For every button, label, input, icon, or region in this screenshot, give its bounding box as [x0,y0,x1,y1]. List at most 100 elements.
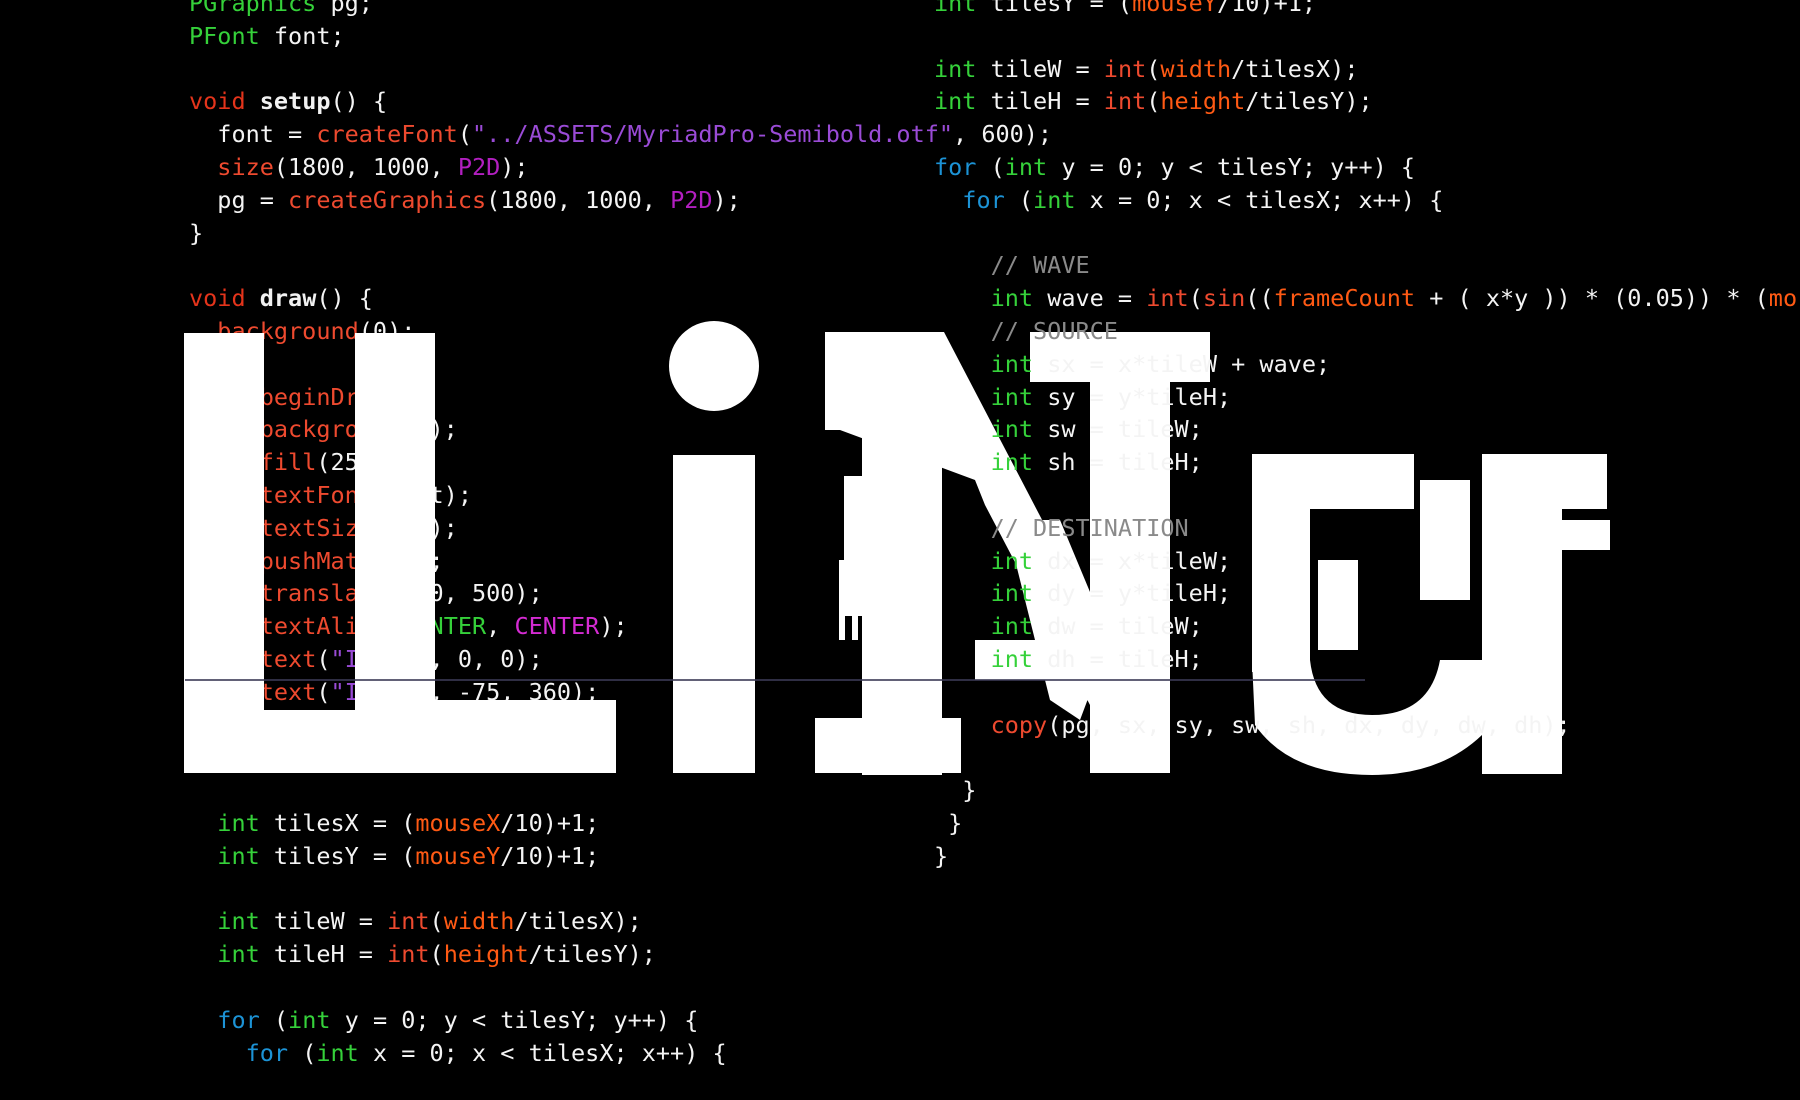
code-token: } [934,776,977,805]
code-line: int tileH = int(height/tilesY); [934,85,1797,118]
code-token: int [990,349,1034,378]
code-panel-right: int tilesY = (mouseY/10)+1; int tileW = … [934,0,1797,873]
code-token: dx = x*tileW; [1033,546,1232,575]
code-line: int sw = tileW; [934,413,1797,446]
code-line: for (int y = 0; y < tilesY; y++) { [934,151,1797,184]
code-line: } [934,807,1797,840]
code-line: for (int x = 0; x < tilesX; x++) { [934,184,1797,217]
code-token: (pg, sx, sy, sw, sh, dx, dy, dw, dh); [1047,710,1571,739]
code-token: dy = y*tileH; [1033,579,1232,608]
code-token: (( [1245,284,1274,313]
code-token: frameCount [1273,284,1416,313]
code-line: int tilesY = (mouseY/10)+1; [934,0,1797,20]
code-token: tileW = [976,54,1104,83]
code-token: int [990,284,1034,313]
code-line: // WAVE [934,249,1797,282]
code-token: sx = x*tileW + wave; [1033,349,1331,378]
code-token: // DESTINATION [990,513,1189,542]
code-token: + ( x*y )) * (0.05)) * ( [1415,284,1769,313]
code-token: int [1103,54,1147,83]
code-token: } [934,808,963,837]
code-screen: PGraphics pg; PFont font; void setup() { … [0,0,1800,1100]
code-token: int [1004,152,1048,181]
code-line: } [934,840,1797,873]
code-token: int [990,612,1034,641]
code-token: int [990,415,1034,444]
scanline-divider [185,679,1365,681]
code-token: ( [976,152,1005,181]
code-token: sh = tileH; [1033,448,1203,477]
code-line: int sx = x*tileW + wave; [934,348,1797,381]
code-token: tilesY = ( [976,0,1133,17]
code-token: mo [1768,284,1798,313]
code-token: int [934,0,977,17]
code-token: wave = [1033,284,1147,313]
code-token: /10)+1; [1216,0,1317,17]
code-token: height [1160,87,1246,116]
code-token: int [1033,185,1076,214]
code-token: // SOURCE [990,316,1118,345]
code-token: mouseY [1132,0,1217,17]
code-token: sw = tileW; [1033,415,1203,444]
code-token: ( [1146,87,1161,116]
code-line: int dw = tileW; [934,610,1797,643]
code-token: // WAVE [990,251,1090,280]
code-line: int tileW = int(width/tilesX); [934,53,1797,86]
code-token: for [934,152,977,181]
code-token: dh = tileH; [1033,644,1203,673]
code-token: copy [990,710,1048,739]
code-token: ( [1188,284,1203,313]
code-line: int sy = y*tileH; [934,381,1797,414]
code-token: /tilesY); [1245,87,1373,116]
code-token: } [934,841,949,870]
code-line: } [934,774,1797,807]
code-token: int [934,87,977,116]
code-token: int [1146,284,1189,313]
code-token: tileH = [976,87,1104,116]
code-token: int [934,54,977,83]
code-line: int sh = tileH; [934,446,1797,479]
code-line: int dh = tileH; [934,643,1797,676]
code-line: int wave = int(sin((frameCount + ( x*y )… [934,282,1798,315]
code-token: dw = tileW; [1033,612,1203,641]
code-token: int [990,382,1034,411]
code-token: ( [1146,54,1161,83]
code-token: int [990,579,1034,608]
code-token: width [1160,54,1232,83]
code-line: int dx = x*tileW; [934,545,1797,578]
letter-i-glyph [669,321,759,773]
code-token: y = 0; y < tilesY; y++) { [1047,152,1416,181]
code-token: x = 0; x < tilesX; x++) { [1075,185,1444,214]
code-line: // SOURCE [934,315,1797,348]
code-token: int [990,448,1034,477]
code-token: sin [1202,284,1246,313]
code-line: int dy = y*tileH; [934,577,1797,610]
code-line: copy(pg, sx, sy, sw, sh, dx, dy, dw, dh)… [934,709,1797,742]
code-token: int [990,546,1034,575]
code-token: for [962,185,1005,214]
code-token: ( [1004,185,1034,214]
code-token: int [1103,87,1147,116]
code-token: sy = y*tileH; [1033,382,1232,411]
code-token: /tilesX); [1231,54,1359,83]
code-token: int [990,644,1034,673]
